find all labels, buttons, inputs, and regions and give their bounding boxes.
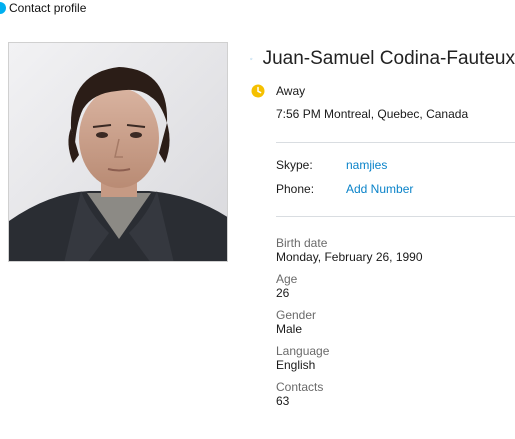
contact-name: Juan-Samuel Codina-Fauteux xyxy=(262,48,515,69)
phone-label: Phone: xyxy=(276,182,315,196)
detail-contacts: Contacts 63 xyxy=(276,380,515,409)
phone-field: Phone: Add Number xyxy=(276,181,515,197)
add-number-link[interactable]: Add Number xyxy=(346,182,413,196)
detail-label: Language xyxy=(276,344,330,358)
detail-language: Language English xyxy=(276,344,515,373)
presence-status: Away xyxy=(250,82,515,100)
skype-icon xyxy=(0,2,6,14)
name-row: Juan-Samuel Codina-Fauteux xyxy=(250,44,515,74)
favorite-star-icon[interactable] xyxy=(250,51,253,67)
detail-age: Age 26 xyxy=(276,272,515,301)
contact-info-panel: Juan-Samuel Codina-Fauteux Away 7:56 PM … xyxy=(250,44,515,416)
divider xyxy=(276,216,515,217)
detail-label: Gender xyxy=(276,308,317,322)
window-title-bar: Contact profile xyxy=(0,0,86,16)
detail-birth-date: Birth date Monday, February 26, 1990 xyxy=(276,236,515,265)
detail-value: English xyxy=(276,358,316,372)
avatar-photo xyxy=(9,43,227,261)
status-text: Away xyxy=(276,84,306,98)
away-clock-icon xyxy=(251,84,265,98)
skype-field: Skype: namjies xyxy=(276,157,515,173)
detail-gender: Gender Male xyxy=(276,308,515,337)
skype-name-link[interactable]: namjies xyxy=(346,158,387,172)
detail-value: 63 xyxy=(276,394,290,408)
detail-label: Age xyxy=(276,272,298,286)
detail-label: Birth date xyxy=(276,236,328,250)
local-time: 7:56 PM Montreal, Quebec, Canada xyxy=(276,107,469,121)
skype-label: Skype: xyxy=(276,158,313,172)
contact-avatar xyxy=(8,42,228,262)
detail-label: Contacts xyxy=(276,380,324,394)
detail-value: 26 xyxy=(276,286,290,300)
window-title: Contact profile xyxy=(9,1,87,15)
profile-details: Birth date Monday, February 26, 1990 Age… xyxy=(276,236,515,409)
divider xyxy=(276,142,515,143)
detail-value: Monday, February 26, 1990 xyxy=(276,250,423,264)
detail-value: Male xyxy=(276,322,303,336)
